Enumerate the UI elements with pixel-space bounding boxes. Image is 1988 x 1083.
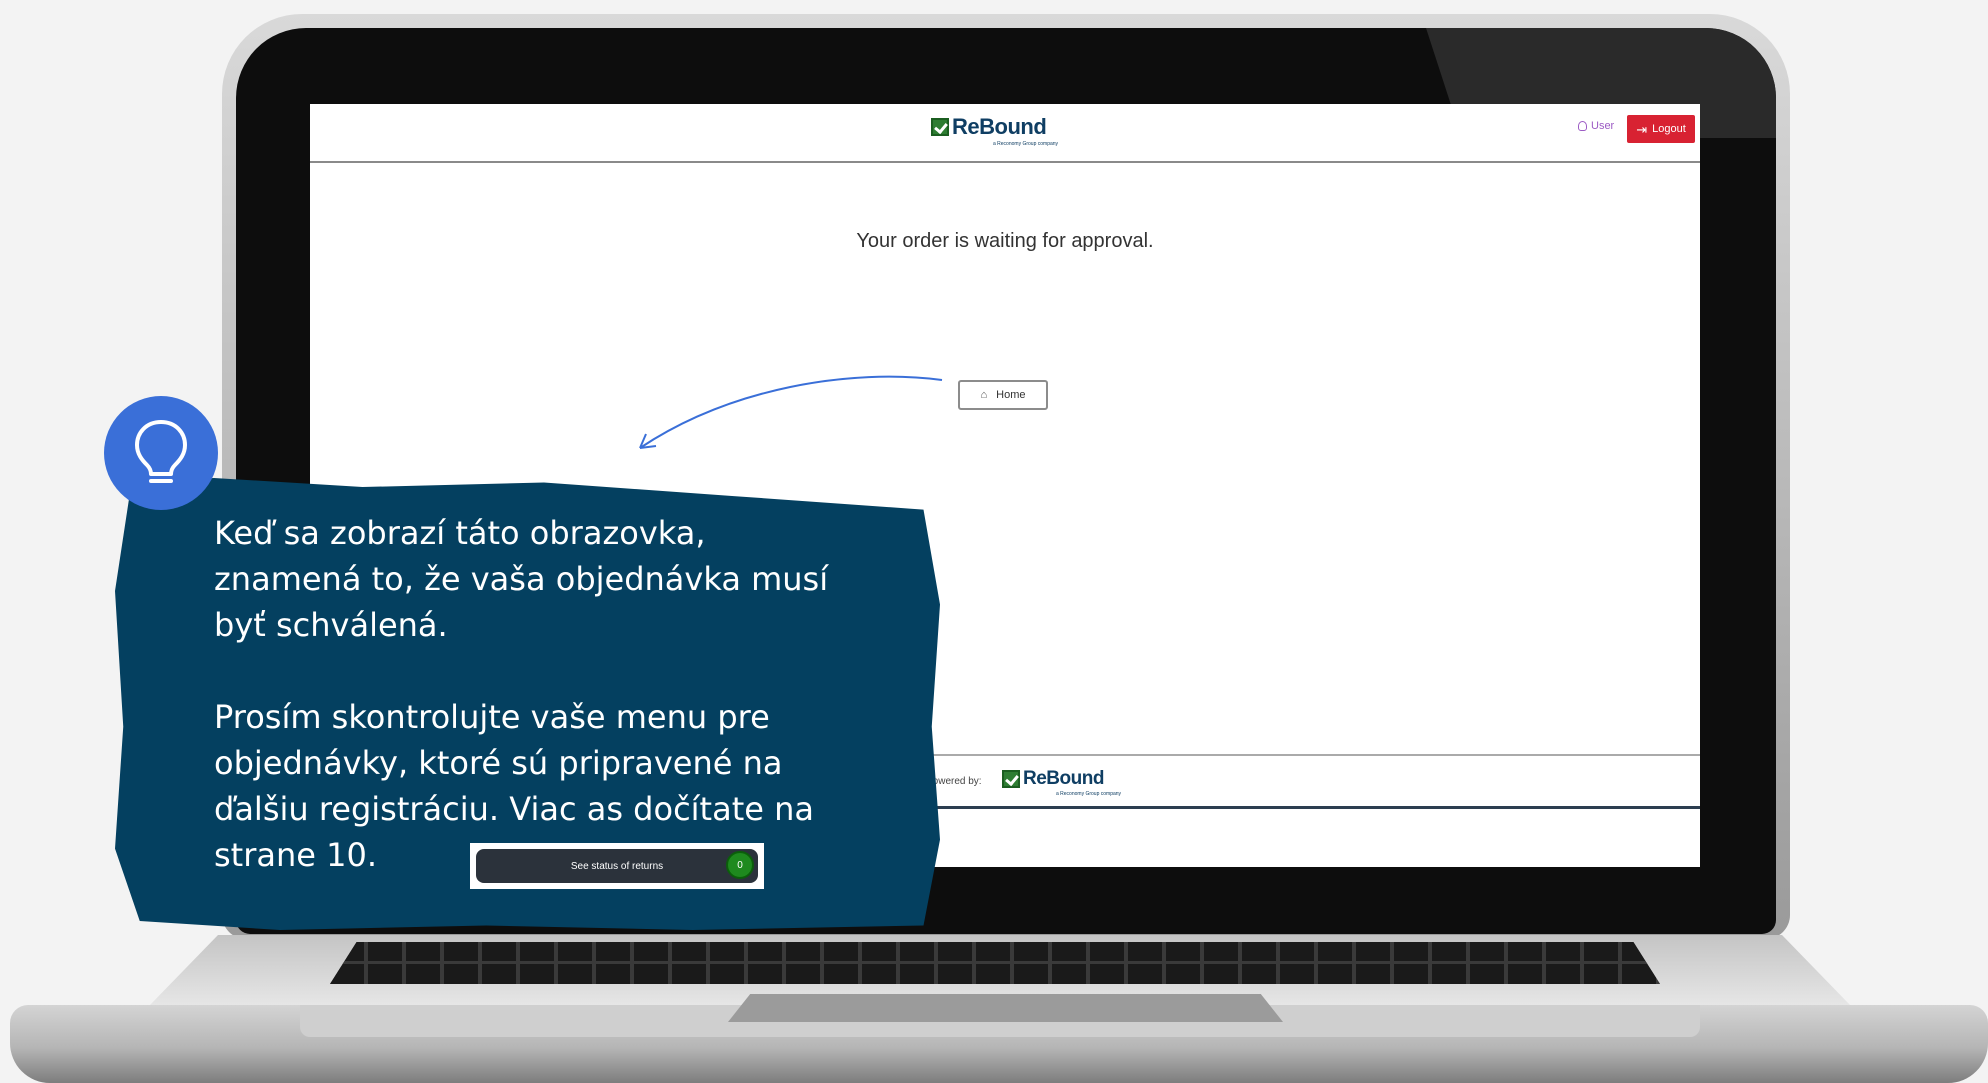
returns-count-badge: 0 bbox=[726, 851, 754, 879]
laptop-keyboard bbox=[330, 942, 1660, 984]
home-icon: ⌂ bbox=[980, 389, 988, 401]
brand-tagline: a Reconomy Group company bbox=[993, 141, 1059, 147]
see-status-of-returns-button[interactable]: See status of returns 0 bbox=[476, 849, 758, 883]
tip-text: Keď sa zobrazí táto obrazovka, znamená t… bbox=[214, 514, 829, 874]
logout-button[interactable]: ⇥ Logout bbox=[1627, 115, 1695, 143]
rebound-logo[interactable]: ReBound a Reconomy Group company bbox=[931, 114, 1058, 147]
order-status-message: Your order is waiting for approval. bbox=[856, 230, 1154, 252]
footer-brand-name: ReBound bbox=[1023, 768, 1104, 789]
user-menu-link[interactable]: User bbox=[1578, 120, 1614, 132]
logout-icon: ⇥ bbox=[1636, 121, 1648, 137]
checkmark-logo-icon bbox=[1002, 770, 1020, 788]
checkmark-logo-icon bbox=[931, 118, 949, 136]
user-icon bbox=[1578, 121, 1587, 131]
lightbulb-icon bbox=[135, 420, 187, 483]
laptop-trackpad bbox=[728, 994, 1283, 1022]
logout-label: Logout bbox=[1652, 123, 1686, 135]
home-button-label: Home bbox=[996, 389, 1026, 401]
returns-button-label: See status of returns bbox=[570, 860, 664, 872]
app-header: ReBound a Reconomy Group company User ⇥ … bbox=[310, 104, 1700, 163]
lightbulb-badge bbox=[104, 396, 218, 510]
pointer-arrow bbox=[639, 375, 943, 449]
returns-button-preview: See status of returns 0 bbox=[470, 843, 764, 889]
footer-brand-tagline: a Reconomy Group company bbox=[1056, 791, 1122, 797]
home-button[interactable]: ⌂ Home bbox=[958, 380, 1048, 410]
brand-name: ReBound bbox=[952, 114, 1047, 139]
user-label: User bbox=[1591, 120, 1615, 132]
footer-rebound-logo[interactable]: ReBound a Reconomy Group company bbox=[1002, 768, 1121, 797]
